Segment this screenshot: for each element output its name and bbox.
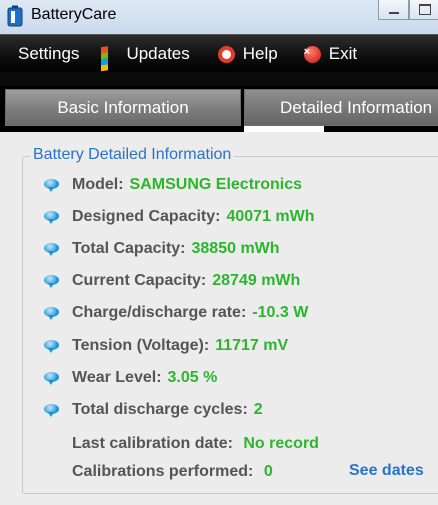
info-value: SAMSUNG Electronics xyxy=(129,176,303,193)
last-calibration-row: Last calibration date: No record xyxy=(72,435,319,453)
speech-bubble-icon xyxy=(44,340,60,353)
calibrations-performed-value: 0 xyxy=(263,463,273,480)
lifebuoy-icon xyxy=(217,45,235,63)
content-panel: Battery Detailed Information Model: SAMS… xyxy=(0,132,438,505)
menu-updates[interactable]: Updates xyxy=(101,35,190,73)
info-row-total-capacity: Total Capacity: 38850 mWh xyxy=(44,240,280,258)
maximize-button[interactable] xyxy=(409,0,438,20)
info-row-wear-level: Wear Level: 3.05 % xyxy=(44,369,217,387)
speech-bubble-icon xyxy=(44,243,60,256)
menu-exit[interactable]: × Exit xyxy=(303,35,358,73)
last-calibration-label: Last calibration date: xyxy=(72,435,233,452)
info-label: Current Capacity: xyxy=(72,272,207,289)
red-x-icon: × xyxy=(303,45,321,63)
info-label: Total discharge cycles: xyxy=(72,401,248,418)
info-value: 3.05 % xyxy=(167,369,218,386)
speech-bubble-icon xyxy=(44,307,60,320)
minimize-button[interactable] xyxy=(378,0,409,20)
info-value: 2 xyxy=(253,401,263,418)
calibrations-performed-label: Calibrations performed: xyxy=(72,463,254,480)
speech-bubble-icon xyxy=(44,372,60,385)
menu-bar: Settings Updates Help × Exit xyxy=(0,34,438,73)
info-row-current-capacity: Current Capacity: 28749 mWh xyxy=(44,272,300,290)
tab-basic-label: Basic Information xyxy=(57,97,189,117)
battery-app-icon xyxy=(7,5,23,27)
last-calibration-value: No record xyxy=(243,435,319,452)
menu-updates-label: Updates xyxy=(126,44,190,63)
info-label: Total Capacity: xyxy=(72,240,186,257)
info-value: 11717 mV xyxy=(215,337,289,354)
info-row-discharge-cycles: Total discharge cycles: 2 xyxy=(44,401,263,419)
speech-bubble-icon xyxy=(44,404,60,417)
tab-detailed-label: Detailed Information xyxy=(280,97,433,117)
see-dates-link[interactable]: See dates xyxy=(349,462,424,480)
tab-basic-information[interactable]: Basic Information xyxy=(5,89,241,126)
menu-settings[interactable]: Settings xyxy=(0,35,79,73)
info-label: Charge/discharge rate: xyxy=(72,304,247,321)
tab-strip: Basic Information Detailed Information xyxy=(0,72,438,132)
calibrations-performed-row: Calibrations performed: 0 xyxy=(72,463,273,481)
menu-exit-label: Exit xyxy=(328,44,358,63)
title-bar: BatteryCare xyxy=(0,0,438,35)
speech-bubble-icon xyxy=(44,211,60,224)
info-label: Model: xyxy=(72,176,124,193)
info-row-model: Model: SAMSUNG Electronics xyxy=(44,176,302,194)
tab-detailed-information[interactable]: Detailed Information xyxy=(244,89,438,126)
speech-bubble-icon xyxy=(44,275,60,288)
info-label: Designed Capacity: xyxy=(72,208,221,225)
info-value: 38850 mWh xyxy=(191,240,280,257)
speech-bubble-icon xyxy=(44,179,60,192)
menu-settings-label: Settings xyxy=(18,44,80,63)
info-row-designed-capacity: Designed Capacity: 40071 mWh xyxy=(44,208,315,226)
windows-flag-icon xyxy=(101,44,118,71)
info-label: Wear Level: xyxy=(72,369,162,386)
info-label: Tension (Voltage): xyxy=(72,337,210,354)
info-value: -10.3 W xyxy=(252,304,309,321)
menu-help-label: Help xyxy=(242,44,278,63)
info-row-voltage: Tension (Voltage): 11717 mV xyxy=(44,337,288,355)
info-value: 28749 mWh xyxy=(212,272,301,289)
info-value: 40071 mWh xyxy=(226,208,315,225)
menu-help[interactable]: Help xyxy=(217,35,278,73)
window-title: BatteryCare xyxy=(31,6,117,23)
info-row-charge-rate: Charge/discharge rate: -10.3 W xyxy=(44,304,308,322)
groupbox-title: Battery Detailed Information xyxy=(30,146,235,164)
